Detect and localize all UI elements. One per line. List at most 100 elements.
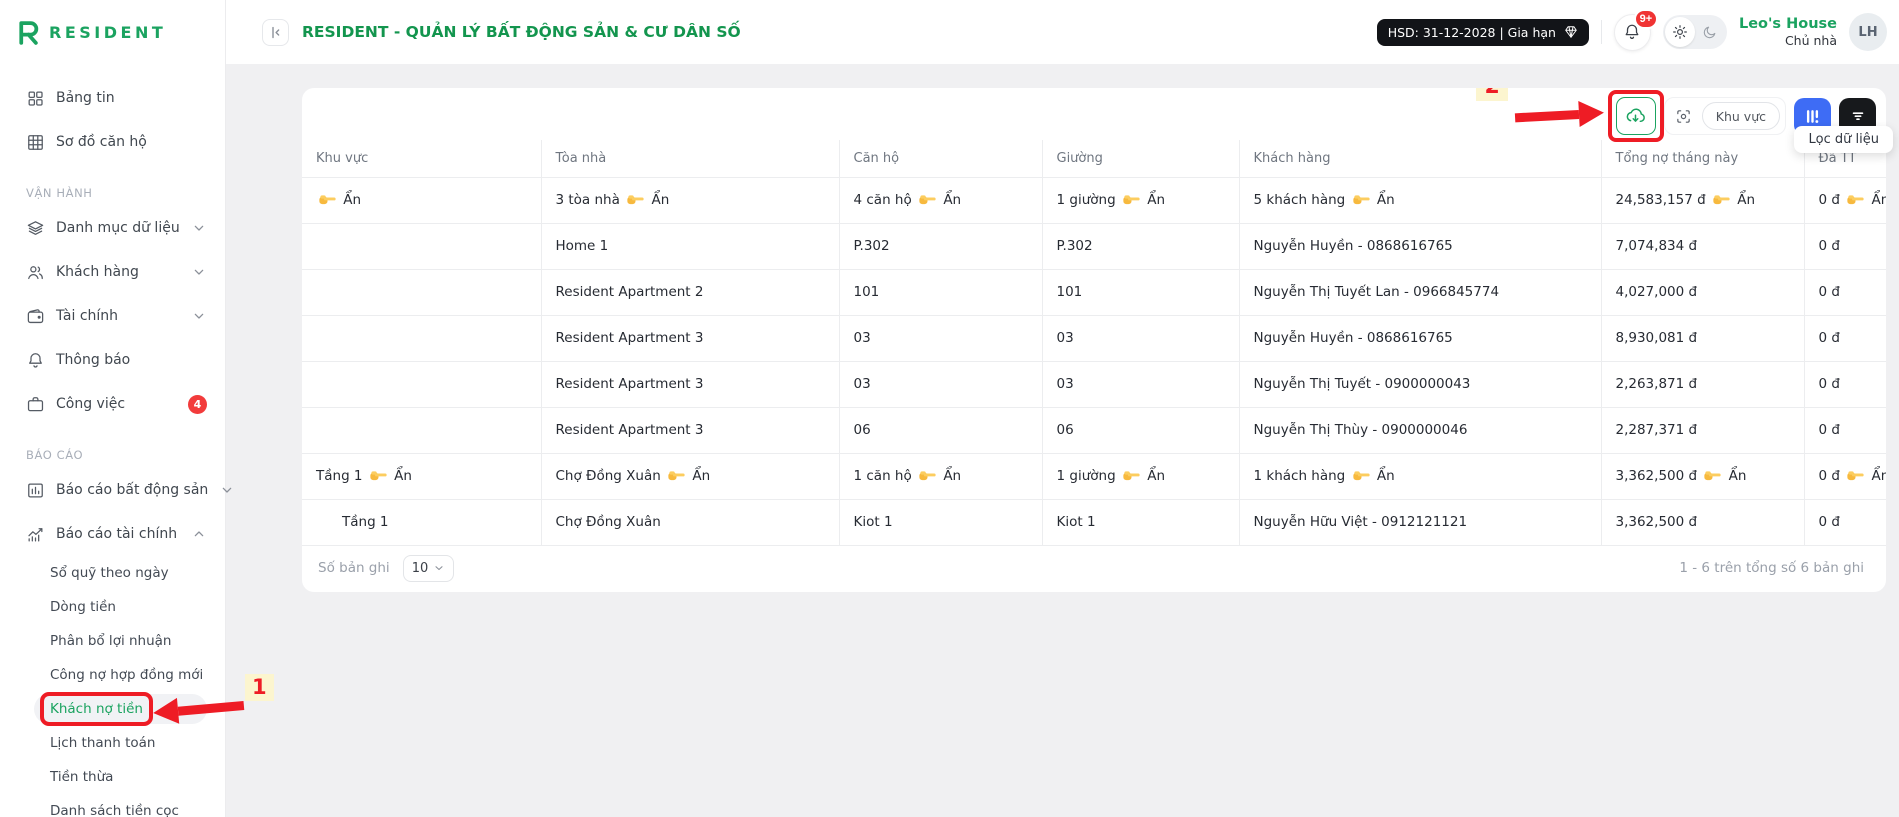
sidebar-item-label: Công nợ hợp đồng mới <box>50 667 203 683</box>
scan-button[interactable] <box>1670 102 1698 130</box>
briefcase-icon <box>26 395 45 414</box>
sidebar-item-thong-bao[interactable]: Thông báo <box>0 338 225 382</box>
trend-chart-icon <box>26 525 45 544</box>
logo[interactable]: RESIDENT <box>0 0 225 64</box>
table-cell: 101 <box>1042 269 1239 315</box>
brand-name: RESIDENT <box>49 23 166 42</box>
column-header[interactable]: Tổng nợ tháng này <box>1601 140 1804 177</box>
pointing-hand-icon <box>1847 194 1864 205</box>
sidebar-item-danh-sach-tien-coc[interactable]: Danh sách tiền cọc <box>0 794 225 817</box>
sidebar-item-label: Danh mục dữ liệu <box>56 220 180 236</box>
table-cell: 06 <box>839 407 1042 453</box>
dashboard-icon <box>26 89 45 108</box>
sidebar-item-cong-viec[interactable]: Công việc4 <box>0 382 225 426</box>
table-cell: Resident Apartment 3 <box>541 315 839 361</box>
avatar[interactable]: LH <box>1849 13 1887 51</box>
sidebar-item-bang-tin[interactable]: Bảng tin <box>0 76 225 120</box>
table-cell <box>302 407 541 453</box>
column-header[interactable]: Khu vực <box>302 140 541 177</box>
users-icon <box>26 263 45 282</box>
group-row[interactable]: Ẩn3 tòa nhà Ẩn4 căn hộ Ẩn1 giường Ẩn5 kh… <box>302 177 1886 223</box>
table-cell: Kiot 1 <box>1042 499 1239 545</box>
record-range-text: 1 - 6 trên tổng số 6 bản ghi <box>1679 560 1864 576</box>
download-button[interactable] <box>1616 97 1656 135</box>
khu-vuc-label: Khu vực <box>1716 109 1766 124</box>
table-row[interactable]: Resident Apartment 30606Nguyễn Thị Thùy … <box>302 407 1886 453</box>
chevron-down-icon <box>219 482 235 498</box>
sidebar-item-tai-chinh[interactable]: Tài chính <box>0 294 225 338</box>
table-cell: P.302 <box>839 223 1042 269</box>
table-cell: 0 đ <box>1804 269 1886 315</box>
page-size-select[interactable]: 10 <box>403 555 455 582</box>
page-title: RESIDENT - QUẢN LÝ BẤT ĐỘNG SẢN & CƯ DÂN… <box>302 23 741 41</box>
column-header[interactable]: Tòa nhà <box>541 140 839 177</box>
pointing-hand-icon <box>1123 194 1140 205</box>
sidebar-item-so-quy-theo-ngay[interactable]: Sổ quỹ theo ngày <box>0 556 225 590</box>
license-text: HSD: 31-12-2028 | Gia hạn <box>1388 25 1556 40</box>
chevron-down-icon <box>191 308 207 324</box>
table-cell: 1 khách hàng Ẩn <box>1239 453 1601 499</box>
table-row[interactable]: Resident Apartment 2101101Nguyễn Thị Tuy… <box>302 269 1886 315</box>
bar-chart-icon <box>26 481 45 500</box>
pointing-hand-icon <box>370 470 387 481</box>
layers-icon <box>26 219 45 238</box>
table-cell: 1 giường Ẩn <box>1042 177 1239 223</box>
sidebar-item-label: Bảng tin <box>56 90 207 106</box>
notifications-button[interactable]: 9+ <box>1614 14 1651 51</box>
user-block[interactable]: Leo's House Chủ nhà <box>1739 15 1837 49</box>
column-header[interactable]: Khách hàng <box>1239 140 1601 177</box>
table-cell: Nguyễn Huyền - 0868616765 <box>1239 315 1601 361</box>
main-area: RESIDENT - QUẢN LÝ BẤT ĐỘNG SẢN & CƯ DÂN… <box>226 0 1899 817</box>
dark-mode-moon-icon[interactable] <box>1695 25 1725 40</box>
filter-tool-group: Khu vực <box>1664 97 1786 135</box>
table-cell: Nguyễn Thị Tuyết Lan - 0966845774 <box>1239 269 1601 315</box>
sidebar-collapse-button[interactable] <box>262 19 289 46</box>
sidebar-item-cong-no-hop-dong-moi[interactable]: Công nợ hợp đồng mới <box>0 658 225 692</box>
pointing-hand-icon <box>319 194 336 205</box>
sidebar-item-bao-cao-bat-dong-san[interactable]: Báo cáo bất động sản <box>0 468 225 512</box>
table-row[interactable]: Tầng 1Chợ Đồng XuânKiot 1Kiot 1Nguyễn Hữ… <box>302 499 1886 545</box>
logo-icon <box>15 20 40 45</box>
sidebar-item-phan-bo-loi-nhuan[interactable]: Phân bổ lợi nhuận <box>0 624 225 658</box>
table-cell: Resident Apartment 3 <box>541 407 839 453</box>
notification-count-badge: 9+ <box>1634 9 1658 29</box>
table-row[interactable]: Resident Apartment 30303Nguyễn Thị Tuyết… <box>302 361 1886 407</box>
sidebar-section-van-hanh: VẬN HÀNH <box>0 172 225 206</box>
topbar-right: HSD: 31-12-2028 | Gia hạn 9+ <box>1377 13 1899 51</box>
sidebar-item-dong-tien[interactable]: Dòng tiền <box>0 590 225 624</box>
sidebar-item-label: Thông báo <box>56 352 207 368</box>
group-row[interactable]: Tầng 1 ẨnChợ Đồng Xuân Ẩn1 căn hộ Ẩn1 gi… <box>302 453 1886 499</box>
sidebar-item-label: Phân bổ lợi nhuận <box>50 633 172 649</box>
column-header[interactable]: Căn hộ <box>839 140 1042 177</box>
gem-icon <box>1564 25 1578 39</box>
theme-toggle[interactable] <box>1663 15 1727 49</box>
table-cell: 101 <box>839 269 1042 315</box>
table-cell: 1 giường Ẩn <box>1042 453 1239 499</box>
khu-vuc-button[interactable]: Khu vực <box>1702 102 1780 130</box>
table-cell: 2,287,371 đ <box>1601 407 1804 453</box>
sidebar-item-label: Khách nợ tiền <box>50 701 143 717</box>
sidebar-item-so-do-can-ho[interactable]: Sơ đồ căn hộ <box>0 120 225 164</box>
table-row[interactable]: Home 1P.302P.302Nguyễn Huyền - 086861676… <box>302 223 1886 269</box>
license-badge[interactable]: HSD: 31-12-2028 | Gia hạn <box>1377 19 1589 46</box>
table-row[interactable]: Resident Apartment 30303Nguyễn Huyền - 0… <box>302 315 1886 361</box>
table-cell: 5 khách hàng Ẩn <box>1239 177 1601 223</box>
pointing-hand-icon <box>1847 470 1864 481</box>
sidebar-item-khach-hang[interactable]: Khách hàng <box>0 250 225 294</box>
sidebar-item-label: Sơ đồ căn hộ <box>56 134 207 150</box>
pointing-hand-icon <box>919 194 936 205</box>
sidebar-item-danh-muc-du-lieu[interactable]: Danh mục dữ liệu <box>0 206 225 250</box>
sidebar-item-label: Danh sách tiền cọc <box>50 803 179 817</box>
annotation-label-step-1: 1 <box>245 674 274 701</box>
sidebar-item-tien-thua[interactable]: Tiền thừa <box>0 760 225 794</box>
sidebar-item-label: Sổ quỹ theo ngày <box>50 565 169 581</box>
sidebar-item-khach-no-tien[interactable]: Khách nợ tiền1 <box>0 692 225 726</box>
sidebar-item-bao-cao-tai-chinh[interactable]: Báo cáo tài chính <box>0 512 225 556</box>
debt-table: Khu vựcTòa nhàCăn hộGiườngKhách hàngTổng… <box>302 140 1886 546</box>
sidebar-item-lich-thanh-toan[interactable]: Lịch thanh toán <box>0 726 225 760</box>
light-mode-sun-icon[interactable] <box>1665 17 1695 47</box>
chevron-down-icon <box>191 264 207 280</box>
table-cell: Resident Apartment 3 <box>541 361 839 407</box>
table-cell: Home 1 <box>541 223 839 269</box>
column-header[interactable]: Giường <box>1042 140 1239 177</box>
